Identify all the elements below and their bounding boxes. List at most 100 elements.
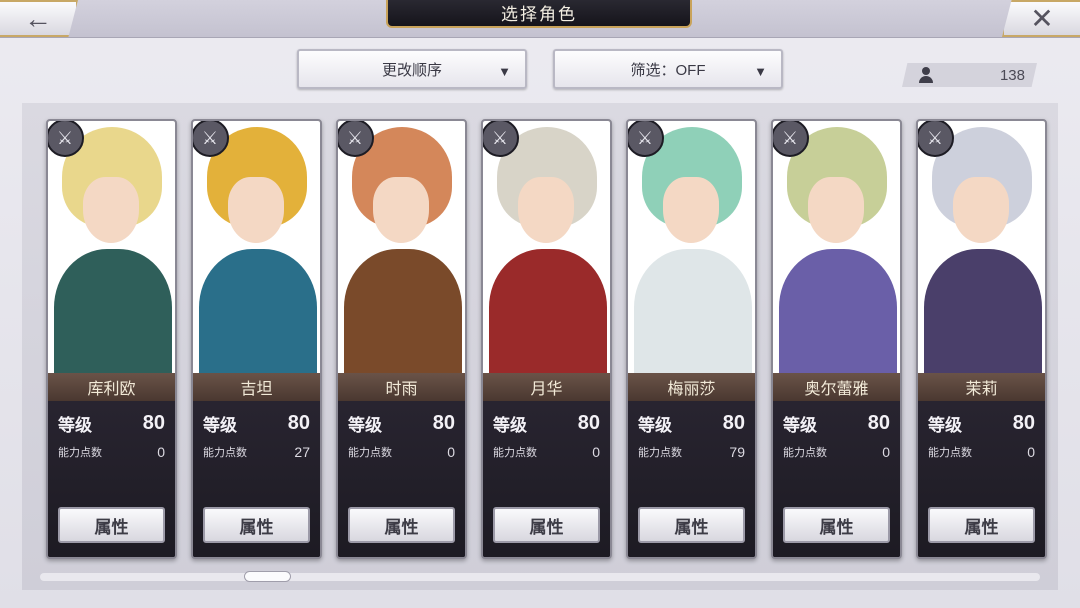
chevron-down-icon: ▼ (754, 64, 767, 79)
character-card[interactable]: ⚔ 茉莉 等级 80 能力点数 0 属性 (916, 119, 1047, 559)
portrait-face (83, 177, 139, 243)
portrait-face (373, 177, 429, 243)
weapon-type-icon: ⚔ (918, 121, 954, 157)
ability-points-label: 能力点数 (783, 447, 827, 459)
character-portrait[interactable] (628, 121, 755, 373)
character-portrait[interactable] (918, 121, 1045, 373)
character-stats: 等级 80 能力点数 0 属性 (918, 401, 1045, 557)
filter-label: 筛选：OFF (630, 61, 706, 79)
ability-points-value: 79 (729, 444, 745, 460)
character-name: 时雨 (338, 373, 465, 401)
person-icon (918, 67, 934, 83)
ability-points-row: 能力点数 0 (348, 443, 455, 461)
scrollbar-thumb[interactable] (244, 571, 291, 582)
ability-points-value: 0 (592, 444, 600, 460)
character-card[interactable]: ⚔ 吉坦 等级 80 能力点数 27 属性 (191, 119, 322, 559)
level-value: 80 (722, 411, 745, 434)
level-value: 80 (1012, 411, 1035, 434)
portrait-face (663, 177, 719, 243)
attributes-button[interactable]: 属性 (203, 507, 310, 543)
portrait-body (924, 249, 1042, 373)
sort-order-dropdown[interactable]: 更改顺序 ▼ (297, 49, 527, 89)
character-name: 库利欧 (48, 373, 175, 401)
ability-points-label: 能力点数 (203, 447, 247, 459)
ability-points-row: 能力点数 0 (58, 443, 165, 461)
attributes-button[interactable]: 属性 (928, 507, 1035, 543)
character-stats: 等级 80 能力点数 27 属性 (193, 401, 320, 557)
level-value: 80 (287, 411, 310, 434)
character-card[interactable]: ⚔ 梅丽莎 等级 80 能力点数 79 属性 (626, 119, 757, 559)
character-card[interactable]: ⚔ 奥尔蕾雅 等级 80 能力点数 0 属性 (771, 119, 902, 559)
character-stats: 等级 80 能力点数 0 属性 (48, 401, 175, 557)
character-portrait[interactable] (483, 121, 610, 373)
level-row: 等级 80 (783, 411, 890, 435)
character-card[interactable]: ⚔ 时雨 等级 80 能力点数 0 属性 (336, 119, 467, 559)
level-value: 80 (867, 411, 890, 434)
character-stats: 等级 80 能力点数 0 属性 (338, 401, 465, 557)
close-button[interactable]: ✕ (1002, 0, 1080, 37)
character-count: 138 (902, 63, 1037, 87)
level-row: 等级 80 (638, 411, 745, 435)
ability-points-value: 0 (447, 444, 455, 460)
ability-points-label: 能力点数 (928, 447, 972, 459)
level-label: 等级 (203, 415, 237, 435)
level-label: 等级 (783, 415, 817, 435)
ability-points-label: 能力点数 (493, 447, 537, 459)
ability-points-value: 0 (882, 444, 890, 460)
attributes-button[interactable]: 属性 (348, 507, 455, 543)
attributes-button[interactable]: 属性 (58, 507, 165, 543)
portrait-body (779, 249, 897, 373)
character-portrait[interactable] (773, 121, 900, 373)
character-portrait[interactable] (338, 121, 465, 373)
ability-points-value: 0 (157, 444, 165, 460)
filter-dropdown[interactable]: 筛选：OFF ▼ (553, 49, 783, 89)
ability-points-row: 能力点数 27 (203, 443, 310, 461)
portrait-body (489, 249, 607, 373)
portrait-body (199, 249, 317, 373)
character-card[interactable]: ⚔ 月华 等级 80 能力点数 0 属性 (481, 119, 612, 559)
character-stats: 等级 80 能力点数 0 属性 (773, 401, 900, 557)
level-label: 等级 (58, 415, 92, 435)
character-portrait[interactable] (48, 121, 175, 373)
portrait-face (518, 177, 574, 243)
portrait-body (634, 249, 752, 373)
ability-points-label: 能力点数 (58, 447, 102, 459)
character-name: 月华 (483, 373, 610, 401)
attributes-button[interactable]: 属性 (783, 507, 890, 543)
level-label: 等级 (928, 415, 962, 435)
level-value: 80 (142, 411, 165, 434)
level-label: 等级 (493, 415, 527, 435)
back-button[interactable]: ← (0, 0, 78, 37)
character-name: 梅丽莎 (628, 373, 755, 401)
portrait-body (344, 249, 462, 373)
weapon-type-icon: ⚔ (338, 121, 374, 157)
chevron-down-icon: ▼ (498, 64, 511, 79)
attributes-button[interactable]: 属性 (638, 507, 745, 543)
weapon-type-icon: ⚔ (48, 121, 84, 157)
ability-points-row: 能力点数 0 (928, 443, 1035, 461)
character-card[interactable]: ⚔ 库利欧 等级 80 能力点数 0 属性 (46, 119, 177, 559)
sort-order-label: 更改顺序 (381, 61, 442, 79)
character-count-value: 138 (999, 66, 1025, 84)
horizontal-scrollbar[interactable] (40, 573, 1040, 581)
ability-points-value: 0 (1027, 444, 1035, 460)
ability-points-row: 能力点数 79 (638, 443, 745, 461)
page-title: 选择角色 (386, 0, 692, 28)
ability-points-row: 能力点数 0 (783, 443, 890, 461)
ability-points-value: 27 (294, 444, 310, 460)
weapon-type-icon: ⚔ (628, 121, 664, 157)
ability-points-label: 能力点数 (638, 447, 682, 459)
ability-points-label: 能力点数 (348, 447, 392, 459)
level-label: 等级 (638, 415, 672, 435)
close-icon: ✕ (1030, 3, 1054, 34)
level-row: 等级 80 (58, 411, 165, 435)
level-row: 等级 80 (928, 411, 1035, 435)
level-value: 80 (577, 411, 600, 434)
portrait-face (953, 177, 1009, 243)
character-portrait[interactable] (193, 121, 320, 373)
attributes-button[interactable]: 属性 (493, 507, 600, 543)
weapon-type-icon: ⚔ (193, 121, 229, 157)
ability-points-row: 能力点数 0 (493, 443, 600, 461)
level-label: 等级 (348, 415, 382, 435)
back-arrow-icon: ← (24, 2, 52, 34)
